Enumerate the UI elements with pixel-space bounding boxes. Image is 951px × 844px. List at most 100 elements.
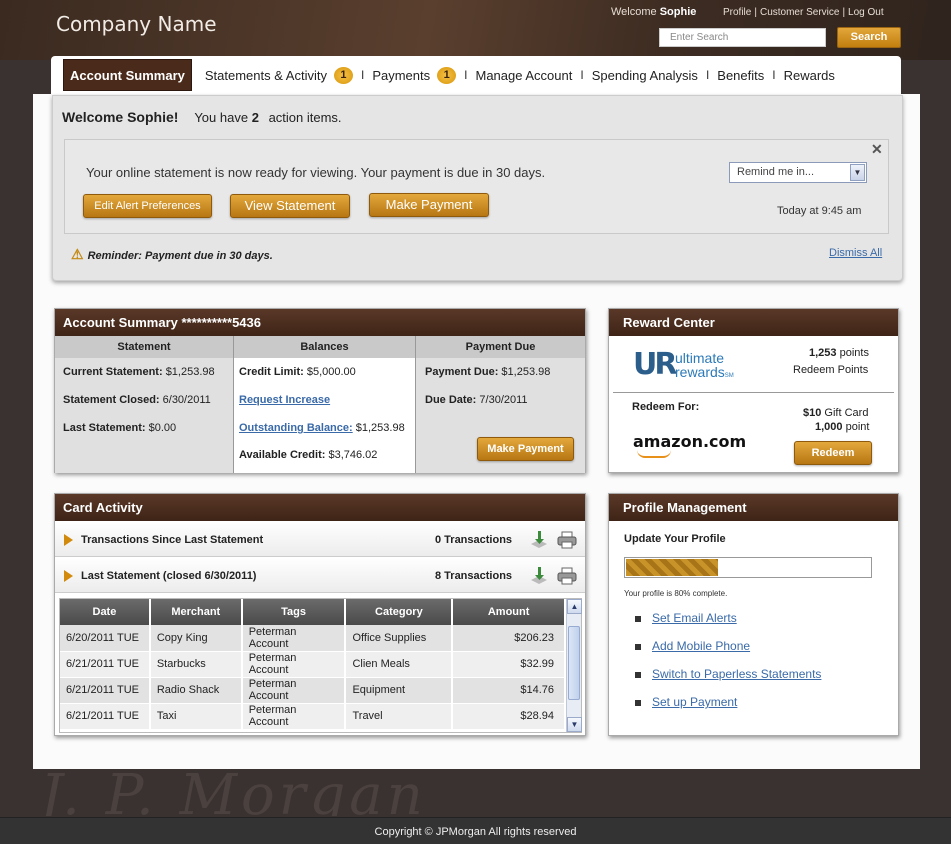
- table-row[interactable]: 6/21/2011 TUE Taxi Peterman Account Trav…: [60, 703, 566, 730]
- alert-timestamp: Today at 9:45 am: [777, 205, 862, 217]
- list-item: Switch to Paperless Statements: [635, 667, 821, 695]
- logout-link[interactable]: Log Out: [848, 7, 884, 18]
- payment-reminder: ⚠ Reminder: Payment due in 30 days.: [71, 246, 273, 262]
- table-scrollbar[interactable]: ▲ ▼: [566, 599, 582, 732]
- amazon-logo: amazon.com: [633, 432, 747, 451]
- outstanding-balance-value: $1,253.98: [355, 422, 405, 434]
- add-mobile-phone-link[interactable]: Add Mobile Phone: [652, 639, 750, 653]
- dismiss-all-link[interactable]: Dismiss All: [829, 247, 882, 259]
- redeem-for-label: Redeem For:: [632, 401, 700, 413]
- main-nav: Account Summary Statements & Activity 1 I…: [51, 56, 901, 94]
- account-summary-panel: Account Summary **********5436 Statement…: [54, 308, 586, 473]
- customer-service-link[interactable]: Customer Service: [760, 7, 839, 18]
- account-summary-title: Account Summary **********5436: [55, 309, 585, 336]
- tab-spending-analysis[interactable]: Spending Analysis: [585, 68, 705, 83]
- credit-limit: Credit Limit: $5,000.00: [239, 366, 356, 378]
- scroll-down-icon[interactable]: ▼: [567, 717, 582, 732]
- bullet-icon: [635, 616, 641, 622]
- table-row[interactable]: 6/20/2011 TUE Copy King Peterman Account…: [60, 625, 566, 652]
- notification-badge: 1: [333, 66, 353, 84]
- scroll-thumb[interactable]: [568, 626, 580, 700]
- set-up-payment-link[interactable]: Set up Payment: [652, 695, 737, 709]
- column-header-tags[interactable]: Tags: [241, 599, 347, 625]
- top-links: Profile | Customer Service | Log Out: [723, 7, 884, 18]
- request-increase-link[interactable]: Request Increase: [239, 394, 330, 406]
- expand-arrow-icon: [64, 534, 73, 546]
- summary-make-payment-button[interactable]: Make Payment: [477, 437, 574, 461]
- amazon-smile-icon: [637, 450, 671, 458]
- redeem-points-text: Redeem Points: [793, 364, 869, 376]
- company-name: Company Name: [56, 12, 217, 36]
- print-icon[interactable]: [557, 567, 577, 585]
- edit-alert-preferences-button[interactable]: Edit Alert Preferences: [83, 194, 212, 218]
- profile-management-panel: Profile Management Update Your Profile Y…: [608, 493, 899, 736]
- list-item: Set up Payment: [635, 695, 821, 723]
- section-since-last-statement[interactable]: Transactions Since Last Statement 0 Tran…: [55, 523, 585, 557]
- make-payment-button[interactable]: Make Payment: [369, 193, 489, 217]
- download-icon[interactable]: [529, 566, 549, 586]
- column-header-date[interactable]: Date: [60, 599, 151, 625]
- search-button[interactable]: Search: [837, 27, 901, 48]
- update-profile-heading: Update Your Profile: [624, 533, 726, 545]
- list-item: Add Mobile Phone: [635, 639, 821, 667]
- tab-rewards[interactable]: Rewards: [777, 68, 842, 83]
- table-row[interactable]: 6/21/2011 TUE Starbucks Peterman Account…: [60, 651, 566, 678]
- welcome-text: Welcome Sophie: [611, 6, 697, 18]
- profile-progress-fill: [626, 559, 719, 576]
- welcome-panel: Welcome Sophie! You have 2 action items.…: [52, 95, 903, 281]
- profile-management-title: Profile Management: [609, 494, 898, 521]
- chevron-down-icon: ▼: [850, 164, 865, 181]
- tab-account-summary[interactable]: Account Summary: [63, 59, 192, 91]
- reward-center-panel: Reward Center UR ultimate rewardsSM 1,253…: [608, 308, 899, 473]
- bullet-icon: [635, 644, 641, 650]
- profile-link[interactable]: Profile: [723, 7, 751, 18]
- set-email-alerts-link[interactable]: Set Email Alerts: [652, 611, 737, 625]
- bullet-icon: [635, 700, 641, 706]
- scroll-up-icon[interactable]: ▲: [567, 599, 582, 614]
- tab-manage-account[interactable]: Manage Account: [468, 68, 579, 83]
- tab-benefits[interactable]: Benefits: [710, 68, 771, 83]
- card-activity-panel: Card Activity Transactions Since Last St…: [54, 493, 586, 736]
- expand-arrow-icon: [64, 570, 73, 582]
- welcome-heading: Welcome Sophie! You have 2 action items.: [62, 109, 342, 125]
- due-date: Due Date: 7/30/2011: [425, 394, 528, 406]
- tab-payments[interactable]: Payments 1: [365, 66, 463, 84]
- profile-progress-bar: [624, 557, 872, 578]
- warning-icon: ⚠: [71, 246, 84, 262]
- search-input[interactable]: Enter Search: [659, 28, 826, 47]
- redeem-button[interactable]: Redeem: [794, 441, 872, 465]
- tab-statements-activity[interactable]: Statements & Activity 1: [198, 66, 360, 84]
- profile-links: Set Email Alerts Add Mobile Phone Switch…: [635, 611, 821, 723]
- column-header-amount[interactable]: Amount: [452, 599, 566, 625]
- table-row[interactable]: 6/21/2011 TUE Radio Shack Peterman Accou…: [60, 677, 566, 704]
- profile-progress-note: Your profile is 80% complete.: [624, 589, 728, 598]
- gift-card-points: 1,000 point: [815, 421, 870, 433]
- statement-column: Statement Current Statement: $1,253.98 S…: [55, 336, 234, 473]
- remind-select[interactable]: Remind me in... ▼: [729, 162, 867, 183]
- column-header-merchant[interactable]: Merchant: [149, 599, 243, 625]
- user-name: Sophie: [659, 6, 697, 18]
- download-icon[interactable]: [529, 530, 549, 550]
- print-icon[interactable]: [557, 531, 577, 549]
- card-activity-title: Card Activity: [55, 494, 585, 521]
- balances-column: Balances Credit Limit: $5,000.00 Request…: [234, 336, 416, 473]
- transactions-table: Date Merchant Tags Category Amount 6/20/…: [59, 598, 582, 733]
- list-item: Set Email Alerts: [635, 611, 821, 639]
- notification-badge: 1: [437, 66, 457, 84]
- outstanding-balance-link[interactable]: Outstanding Balance:: [239, 422, 353, 434]
- last-statement: Last Statement: $0.00: [63, 422, 177, 434]
- footer: Copyright © JPMorgan All rights reserved: [0, 817, 951, 844]
- available-credit: Available Credit: $3,746.02: [239, 449, 378, 461]
- alert-box: Your online statement is now ready for v…: [64, 139, 889, 234]
- section-last-statement[interactable]: Last Statement (closed 6/30/2011) 8 Tran…: [55, 559, 585, 593]
- paperless-statements-link[interactable]: Switch to Paperless Statements: [652, 667, 821, 681]
- column-header-category[interactable]: Category: [345, 599, 454, 625]
- close-icon[interactable]: ✕: [871, 141, 883, 158]
- current-statement: Current Statement: $1,253.98: [63, 366, 215, 378]
- payment-due-column: Payment Due Payment Due: $1,253.98 Due D…: [416, 336, 585, 473]
- divider: [613, 392, 894, 393]
- view-statement-button[interactable]: View Statement: [230, 194, 350, 218]
- payment-due: Payment Due: $1,253.98: [425, 366, 551, 378]
- alert-message: Your online statement is now ready for v…: [86, 165, 546, 180]
- gift-card-value: $10 Gift Card: [803, 407, 869, 419]
